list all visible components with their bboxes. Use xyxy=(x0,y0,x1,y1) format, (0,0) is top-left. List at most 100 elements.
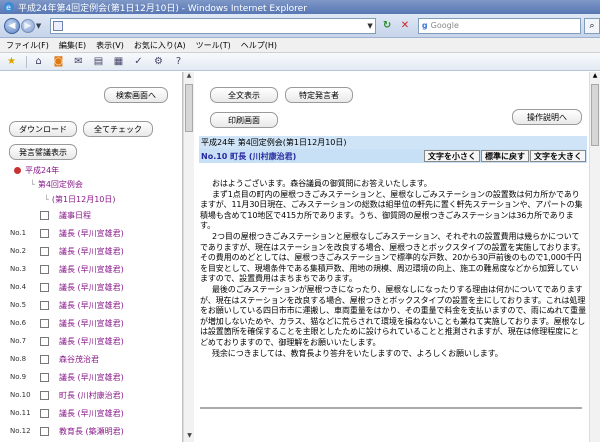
item-checkbox[interactable] xyxy=(40,264,49,274)
tree-connector: └ xyxy=(30,180,35,189)
list-item[interactable]: No.10 町長 (川村康治君) xyxy=(10,386,182,404)
item-checkbox[interactable] xyxy=(40,318,49,328)
font-smaller-button[interactable]: 文字を小さく xyxy=(424,150,480,162)
tools-gear-icon[interactable]: ⚙ xyxy=(153,56,164,67)
item-checkbox[interactable] xyxy=(40,210,49,220)
scroll-thumb[interactable] xyxy=(185,84,193,132)
show-all-button[interactable]: 全文表示 xyxy=(210,87,278,103)
list-item[interactable]: No.11 議長 (早川宣雄君) xyxy=(10,404,182,422)
scroll-up-icon[interactable]: ▲ xyxy=(590,72,600,82)
list-item[interactable]: No.3 議長 (早川宣雄君) xyxy=(10,260,182,278)
meeting-title: 平成24年 第4回定例会(第1日12月10日) xyxy=(199,136,587,149)
print-icon[interactable]: ▤ xyxy=(93,56,104,67)
left-scrollbar[interactable]: ▲ ▼ xyxy=(183,72,194,442)
item-number: No.7 xyxy=(10,337,27,345)
download-button[interactable]: ダウンロード xyxy=(9,121,77,137)
list-item[interactable]: 議事日程 xyxy=(10,206,182,224)
item-checkbox[interactable] xyxy=(40,336,49,346)
speech-paragraph: 最後のごみステーションが屋根つきになったり、屋根なしになったりする理由は何かにつ… xyxy=(200,284,586,347)
menu-tools[interactable]: ツール(T) xyxy=(196,40,231,51)
item-label[interactable]: 町長 (川村康治君) xyxy=(59,390,124,401)
mail-icon[interactable]: ✉ xyxy=(73,56,84,67)
tree-session[interactable]: └ 第4回定例会 xyxy=(30,179,83,190)
font-reset-button[interactable]: 標準に戻す xyxy=(481,150,529,162)
item-label[interactable]: 森谷茂治君 xyxy=(59,354,99,365)
specific-speaker-button[interactable]: 特定発言者 xyxy=(285,87,353,103)
search-button[interactable]: ⌕ xyxy=(584,17,600,34)
url-dropdown-icon[interactable]: ▼ xyxy=(365,22,375,30)
scroll-down-icon[interactable]: ▼ xyxy=(184,432,195,442)
favorites-star-icon[interactable]: ★ xyxy=(6,56,17,67)
item-label[interactable]: 議長 (早川宣雄君) xyxy=(59,282,124,293)
item-checkbox[interactable] xyxy=(40,390,49,400)
item-label[interactable]: 議長 (早川宣雄君) xyxy=(59,300,124,311)
item-label[interactable]: 議長 (早川宣雄君) xyxy=(59,372,124,383)
scroll-thumb[interactable] xyxy=(591,84,599,146)
safety-icon[interactable]: ✓ xyxy=(133,56,144,67)
tree-year[interactable]: 平成24年 xyxy=(14,165,59,176)
menu-view[interactable]: 表示(V) xyxy=(96,40,124,51)
item-checkbox[interactable] xyxy=(40,300,49,310)
command-bar: ★ ⌂ ◙ ✉ ▤ ▦ ✓ ⚙ ? xyxy=(0,53,600,71)
history-dropdown-icon[interactable]: ▼ xyxy=(36,22,44,30)
left-frame: 検索画面へ ダウンロード 全てチェック 発言譬議表示 平成24年 └ 第4回定例会… xyxy=(0,72,183,442)
list-item[interactable]: No.7 議長 (早川宣雄君) xyxy=(10,332,182,350)
right-scrollbar[interactable]: ▲ xyxy=(589,72,600,442)
check-all-button[interactable]: 全てチェック xyxy=(83,121,153,137)
item-number: No.8 xyxy=(10,355,27,363)
page-menu-icon[interactable]: ▦ xyxy=(113,56,124,67)
menu-file[interactable]: ファイル(F) xyxy=(6,40,49,51)
home-icon[interactable]: ⌂ xyxy=(33,56,44,67)
item-label[interactable]: 議長 (早川宣雄君) xyxy=(59,408,124,419)
menu-help[interactable]: ヘルプ(H) xyxy=(241,40,277,51)
item-number: No.1 xyxy=(10,229,27,237)
item-label[interactable]: 議長 (早川宣雄君) xyxy=(59,336,124,347)
list-item[interactable]: No.2 議長 (早川宣雄君) xyxy=(10,242,182,260)
forward-button[interactable]: ▶ xyxy=(20,18,35,33)
item-checkbox[interactable] xyxy=(40,282,49,292)
item-checkbox[interactable] xyxy=(40,408,49,418)
item-label[interactable]: 議長 (早川宣雄君) xyxy=(59,264,124,275)
tree-day[interactable]: └ (第1日12月10日) xyxy=(44,194,116,205)
list-item[interactable]: No.12 教育長 (築瀬明君) xyxy=(10,422,182,440)
speech-paragraph: 2つ目の屋根つきごみステーションと屋根なしごみステーション、それぞれの設置費用は… xyxy=(200,231,586,284)
list-item[interactable]: No.4 議長 (早川宣雄君) xyxy=(10,278,182,296)
list-item[interactable]: No.6 議長 (早川宣雄君) xyxy=(10,314,182,332)
item-number: No.3 xyxy=(10,265,27,273)
item-number: No.5 xyxy=(10,301,27,309)
print-screen-button[interactable]: 印刷画面 xyxy=(210,112,278,128)
tree-connector: └ xyxy=(44,195,49,204)
speech-paragraph: おはようございます。森谷議員の御質問にお答えいたします。 xyxy=(212,179,432,188)
menu-edit[interactable]: 編集(E) xyxy=(59,40,86,51)
item-checkbox[interactable] xyxy=(40,228,49,238)
refresh-icon[interactable]: ↻ xyxy=(380,19,394,33)
back-button[interactable]: ◀ xyxy=(4,17,20,34)
divider xyxy=(200,407,582,409)
item-label[interactable]: 議長 (早川宣雄君) xyxy=(59,228,124,239)
url-field[interactable]: ▼ xyxy=(49,17,377,34)
item-label[interactable]: 教育長 (築瀬明君) xyxy=(59,426,124,437)
item-checkbox[interactable] xyxy=(40,372,49,382)
search-screen-button[interactable]: 検索画面へ xyxy=(104,87,168,103)
item-checkbox[interactable] xyxy=(40,246,49,256)
menu-favorites[interactable]: お気に入り(A) xyxy=(134,40,186,51)
help-icon[interactable]: ? xyxy=(173,56,184,67)
scroll-up-icon[interactable]: ▲ xyxy=(184,72,194,82)
search-input[interactable]: g Google xyxy=(417,17,582,34)
list-item[interactable]: No.8 森谷茂治君 xyxy=(10,350,182,368)
stop-icon[interactable]: ✕ xyxy=(398,19,412,33)
list-item[interactable]: No.5 議長 (早川宣雄君) xyxy=(10,296,182,314)
item-checkbox[interactable] xyxy=(40,354,49,364)
feeds-icon[interactable]: ◙ xyxy=(53,56,64,67)
item-label[interactable]: 議長 (早川宣雄君) xyxy=(59,318,124,329)
list-item[interactable]: No.9 議長 (早川宣雄君) xyxy=(10,368,182,386)
item-label[interactable]: 議事日程 xyxy=(59,210,91,221)
right-frame: 全文表示 特定発言者 印刷画面 操作説明へ 平成24年 第4回定例会(第1日12… xyxy=(195,72,600,442)
font-larger-button[interactable]: 文字を大きく xyxy=(530,150,586,162)
manual-button[interactable]: 操作説明へ xyxy=(512,109,582,125)
speaker-list-button[interactable]: 発言譬議表示 xyxy=(9,144,77,160)
list-item[interactable]: No.1 議長 (早川宣雄君) xyxy=(10,224,182,242)
item-checkbox[interactable] xyxy=(40,426,49,436)
item-label[interactable]: 議長 (早川宣雄君) xyxy=(59,246,124,257)
item-number: No.6 xyxy=(10,319,27,327)
